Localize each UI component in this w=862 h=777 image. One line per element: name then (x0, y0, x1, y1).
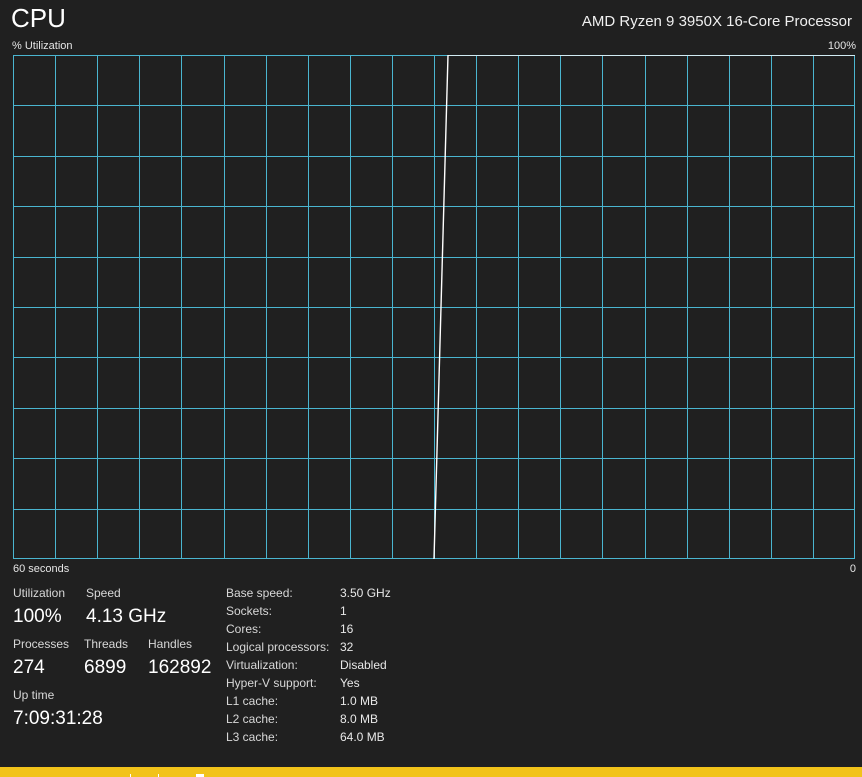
spec-value-sockets: 1 (340, 604, 347, 618)
page-title: CPU (11, 3, 66, 33)
spec-label-l3-cache: L3 cache: (226, 730, 279, 744)
utilization-value: 100% (13, 606, 62, 627)
spec-value-l1-cache: 1.0 MB (340, 694, 379, 708)
spec-label-base-speed: Base speed: (226, 586, 293, 600)
spec-value-l2-cache: 8.0 MB (340, 712, 379, 726)
spec-value-l3-cache: 64.0 MB (340, 730, 385, 744)
handles-label: Handles (148, 637, 193, 651)
utilization-label: Utilization (13, 586, 66, 600)
threads-label: Threads (84, 637, 129, 651)
spec-value-cores: 16 (340, 622, 354, 636)
spec-label-virtualization: Virtualization: (226, 658, 298, 672)
spec-value-hyperv: Yes (340, 676, 360, 690)
spec-label-cores: Cores: (226, 622, 262, 636)
threads-value: 6899 (84, 657, 127, 678)
processes-value: 274 (13, 657, 45, 678)
spec-value-logical-processors: 32 (340, 640, 354, 654)
spec-label-logical-processors: Logical processors: (226, 640, 330, 654)
cpu-utilization-graph[interactable] (13, 55, 855, 559)
taskbar-strip (0, 767, 862, 777)
spec-value-virtualization: Disabled (340, 658, 387, 672)
cpu-graph-svg (13, 55, 855, 559)
speed-value: 4.13 GHz (86, 606, 167, 627)
y-axis-max-label: 100% (827, 40, 856, 52)
processes-label: Processes (13, 637, 70, 651)
handles-value: 162892 (148, 657, 212, 678)
spec-label-sockets: Sockets: (226, 604, 273, 618)
spec-value-base-speed: 3.50 GHz (340, 586, 391, 600)
x-axis-label: 60 seconds (13, 563, 70, 575)
y-axis-label: % Utilization (12, 40, 73, 52)
uptime-label: Up time (13, 688, 55, 702)
spec-label-l1-cache: L1 cache: (226, 694, 279, 708)
spec-label-hyperv: Hyper-V support: (226, 676, 317, 690)
processor-name: AMD Ryzen 9 3950X 16-Core Processor (581, 13, 852, 30)
spec-label-l2-cache: L2 cache: (226, 712, 279, 726)
x-axis-min-label: 0 (849, 563, 856, 575)
speed-label: Speed (86, 586, 121, 600)
uptime-value: 7:09:31:28 (13, 708, 103, 729)
